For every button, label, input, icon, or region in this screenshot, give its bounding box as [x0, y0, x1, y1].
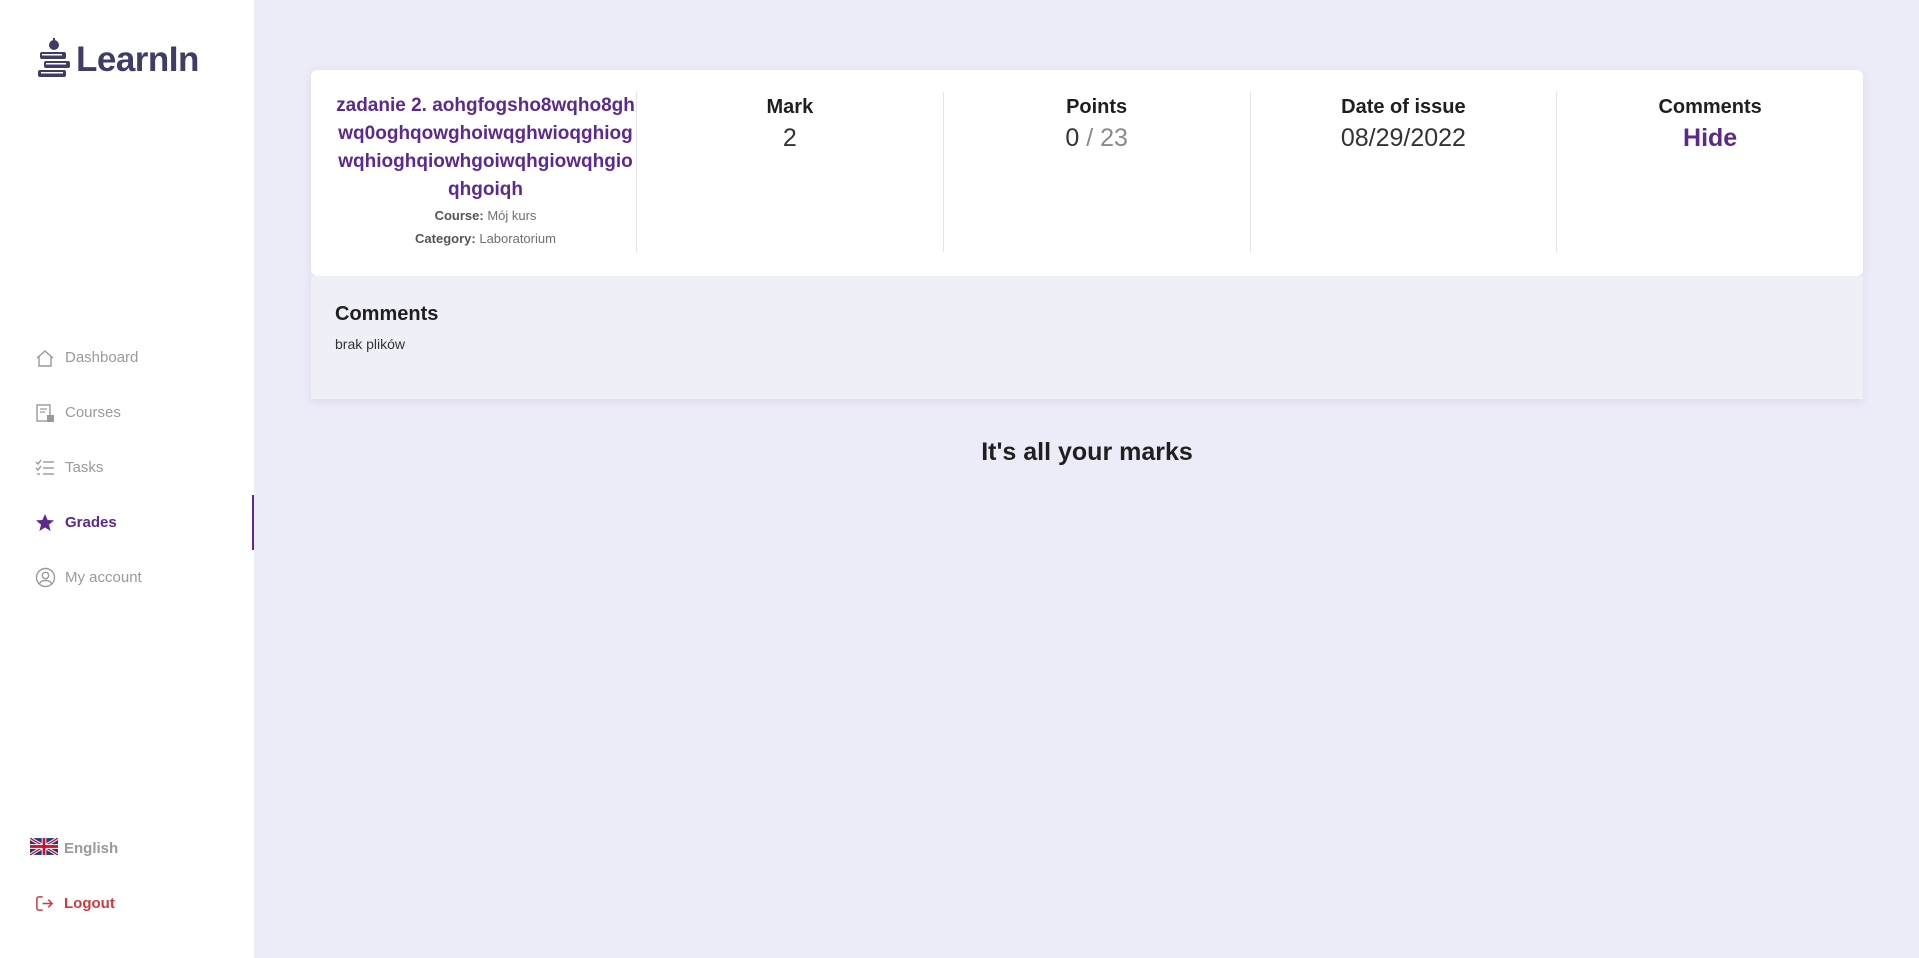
comments-column: Comments Hide — [1557, 92, 1863, 252]
courses-icon — [34, 402, 56, 424]
sidebar: LearnIn Dashboard Courses Tasks Grades M… — [0, 0, 254, 958]
points-header: Points — [1066, 96, 1128, 118]
category-meta: Category: Laboratorium — [335, 227, 636, 250]
course-meta: Course: Mój kurs — [335, 204, 636, 227]
sidebar-nav: Dashboard Courses Tasks Grades My accoun… — [0, 330, 254, 605]
star-icon — [34, 512, 56, 534]
category-label: Category: — [415, 231, 476, 246]
date-column: Date of issue 08/29/2022 — [1251, 92, 1558, 252]
comments-title: Comments — [335, 303, 439, 325]
logout-button[interactable]: Logout — [0, 876, 254, 931]
language-selector[interactable]: English — [0, 821, 254, 876]
sidebar-item-dashboard[interactable]: Dashboard — [0, 330, 254, 385]
comments-header: Comments — [1658, 96, 1762, 118]
date-value: 08/29/2022 — [1340, 124, 1466, 152]
task-title[interactable]: zadanie 2. aohgfogsho8wqho8ghwq0oghqowgh… — [335, 92, 636, 204]
mark-header: Mark — [766, 96, 814, 118]
sidebar-item-tasks[interactable]: Tasks — [0, 440, 254, 495]
sidebar-item-courses[interactable]: Courses — [0, 385, 254, 440]
comments-panel: Comments brak plików — [311, 276, 1863, 399]
points-value: 0 / 23 — [944, 122, 1250, 154]
sidebar-footer: English Logout — [0, 821, 254, 931]
course-value: Mój kurs — [487, 208, 537, 223]
app-logo[interactable]: LearnIn — [34, 38, 199, 82]
task-column: zadanie 2. aohgfogsho8wqho8ghwq0oghqowgh… — [335, 92, 637, 252]
logout-icon — [35, 894, 54, 913]
mark-column: Mark 2 — [637, 92, 944, 252]
logo-books-icon — [38, 38, 70, 77]
mark-value: 2 — [782, 124, 797, 152]
app-name: LearnIn — [76, 40, 199, 79]
sidebar-item-grades[interactable]: Grades — [0, 495, 254, 550]
points-max: / 23 — [1086, 124, 1128, 152]
points-column: Points 0 / 23 — [944, 92, 1251, 252]
language-label: English — [64, 840, 119, 857]
home-icon — [34, 347, 56, 369]
logout-label: Logout — [64, 895, 115, 912]
sidebar-item-label: Courses — [65, 404, 121, 421]
comments-text: brak plików — [335, 336, 406, 352]
tasks-icon — [34, 457, 56, 479]
sidebar-item-label: Dashboard — [65, 349, 139, 366]
date-header: Date of issue — [1341, 96, 1466, 118]
grade-card: zadanie 2. aohgfogsho8wqho8ghwq0oghqowgh… — [311, 70, 1863, 276]
course-label: Course: — [434, 208, 484, 223]
user-circle-icon — [34, 567, 56, 589]
uk-flag-icon — [29, 836, 59, 860]
hide-comments-button[interactable]: Hide — [1557, 122, 1863, 154]
sidebar-item-label: My account — [65, 569, 142, 586]
sidebar-item-label: Tasks — [65, 459, 104, 476]
all-marks-message: It's all your marks — [981, 438, 1193, 466]
points-earned: 0 — [1065, 124, 1080, 152]
category-value: Laboratorium — [479, 231, 556, 246]
sidebar-item-my-account[interactable]: My account — [0, 550, 254, 605]
sidebar-item-label: Grades — [65, 514, 117, 531]
